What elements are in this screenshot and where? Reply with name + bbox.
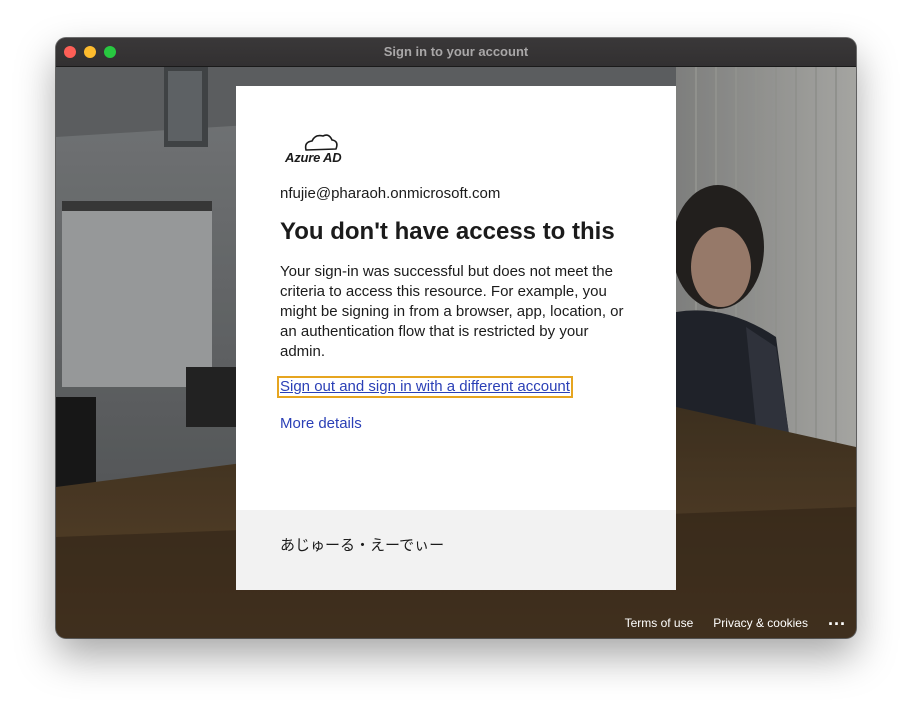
page-footer: Terms of use Privacy & cookies ... [625, 608, 856, 638]
app-window: Sign in to your account Azure AD nfujie@… [56, 38, 856, 638]
card-main-section: Azure AD nfujie@pharaoh.onmicrosoft.com … [236, 86, 676, 510]
page-title: You don't have access to this [280, 218, 615, 245]
terms-of-use-link[interactable]: Terms of use [625, 616, 694, 630]
more-options-ellipsis-icon[interactable]: ... [828, 610, 846, 632]
sign-out-different-account-link[interactable]: Sign out and sign in with a different ac… [277, 376, 573, 398]
account-email: nfujie@pharaoh.onmicrosoft.com [280, 185, 501, 202]
azure-ad-logo-text: Azure AD [285, 150, 342, 165]
page-content: Azure AD nfujie@pharaoh.onmicrosoft.com … [56, 67, 856, 638]
organization-name: あじゅーる・えーでぃー [280, 536, 445, 554]
sign-in-card: Azure AD nfujie@pharaoh.onmicrosoft.com … [236, 86, 676, 590]
organization-banner: あじゅーる・えーでぃー [236, 510, 676, 590]
window-title: Sign in to your account [383, 44, 529, 59]
title-bar: Sign in to your account [56, 38, 856, 67]
error-description: Your sign-in was successful but does not… [280, 263, 624, 360]
privacy-cookies-link[interactable]: Privacy & cookies [713, 616, 808, 630]
more-details-link[interactable]: More details [280, 415, 362, 432]
